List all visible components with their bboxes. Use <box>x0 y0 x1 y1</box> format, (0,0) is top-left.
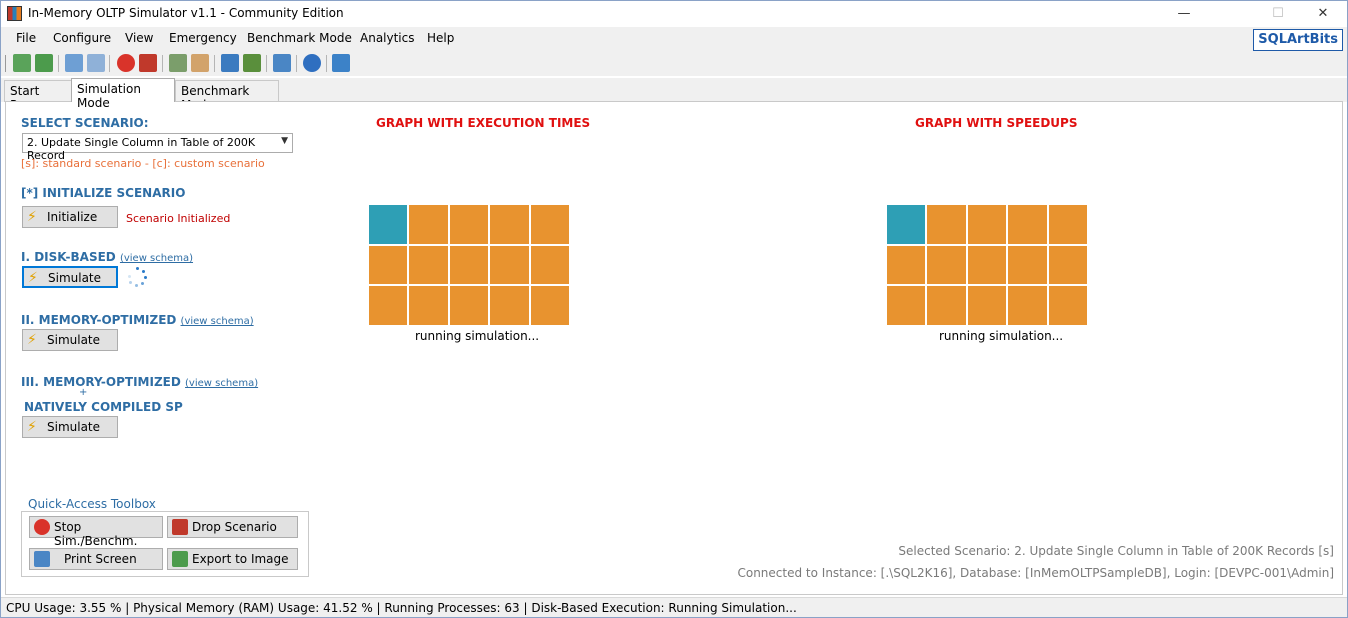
add-scenario-icon[interactable] <box>35 54 53 72</box>
speedup-graph-caption: running simulation... <box>939 329 1064 343</box>
menu-analytics[interactable]: Analytics <box>360 31 415 45</box>
brand-logo: SQLArtBits <box>1253 29 1343 51</box>
lightning-icon: ⚡ <box>28 270 38 286</box>
stop-simulation-label: Stop Sim./Benchm. <box>54 520 138 548</box>
mem-view-schema-link[interactable]: (view schema) <box>181 316 254 327</box>
native-label: III. MEMORY-OPTIMIZED <box>21 375 181 389</box>
toolbar-separator <box>214 55 215 72</box>
lightning-icon: ⚡ <box>27 209 37 225</box>
simulation-page: SELECT SCENARIO: 2. Update Single Column… <box>5 101 1343 595</box>
scenario-legend: [s]: standard scenario - [c]: custom sce… <box>21 157 265 170</box>
window-title: In-Memory OLTP Simulator v1.1 - Communit… <box>28 6 344 20</box>
maximize-button[interactable]: ☐ <box>1255 1 1301 27</box>
help-icon[interactable] <box>303 54 321 72</box>
native-simulate-label: Simulate <box>47 420 101 434</box>
list-icon[interactable] <box>243 54 261 72</box>
tab-strip: Start Page Simulation Mode Benchmark Mod… <box>1 78 1347 112</box>
printer-icon <box>34 551 50 567</box>
drop-scenario-label: Drop Scenario <box>192 520 277 534</box>
toolbar-separator <box>109 55 110 72</box>
native-simulate-button[interactable]: ⚡ Simulate <box>22 416 118 438</box>
bar-chart-icon[interactable] <box>221 54 239 72</box>
tab-start-page[interactable]: Start Page <box>4 80 72 112</box>
tab-benchmark-mode[interactable]: Benchmark Mode <box>175 80 279 112</box>
disk-view-schema-link[interactable]: (view schema) <box>120 253 193 264</box>
settings-icon[interactable] <box>87 54 105 72</box>
toolbar-separator <box>58 55 59 72</box>
exec-graph-title: GRAPH WITH EXECUTION TIMES <box>376 116 591 130</box>
initialize-button-label: Initialize <box>47 210 98 224</box>
toolbar-separator <box>326 55 327 72</box>
table-icon[interactable] <box>169 54 187 72</box>
quick-access-title: Quick-Access Toolbox <box>26 497 158 511</box>
tab-simulation-mode[interactable]: Simulation Mode <box>71 78 175 110</box>
memory-optimized-heading: II. MEMORY-OPTIMIZED (view schema) <box>21 313 254 327</box>
chevron-down-icon: ▼ <box>281 136 288 146</box>
menu-view[interactable]: View <box>125 31 153 45</box>
drop-scenario-icon <box>172 519 188 535</box>
menu-emergency[interactable]: Emergency <box>169 31 237 45</box>
toolbar-separator <box>296 55 297 72</box>
disk-simulate-button[interactable]: ⚡ Simulate <box>22 266 118 288</box>
toolbar-grip <box>5 55 6 72</box>
stop-simulation-button[interactable]: Stop Sim./Benchm. <box>29 516 163 548</box>
initialize-button[interactable]: ⚡ Initialize <box>22 206 118 228</box>
export-image-label: Export to Image <box>192 552 289 566</box>
minimize-button[interactable]: — <box>1161 1 1207 27</box>
print-screen-label: Print Screen <box>64 552 137 566</box>
connection-info: Connected to Instance: [.\SQL2K16], Data… <box>737 566 1334 580</box>
initialize-heading: [*] INITIALIZE SCENARIO <box>21 186 186 200</box>
exec-graph-placeholder <box>369 205 569 325</box>
drop-scenario-button[interactable]: Drop Scenario <box>167 516 298 538</box>
lightning-icon: ⚡ <box>27 419 37 435</box>
speedup-graph-placeholder <box>887 205 1087 325</box>
loading-spinner-icon <box>128 267 148 287</box>
toolbar <box>1 51 1347 76</box>
window-icon[interactable] <box>65 54 83 72</box>
native-view-schema-link[interactable]: (view schema) <box>185 378 258 389</box>
speedup-graph-title: GRAPH WITH SPEEDUPS <box>915 116 1078 130</box>
menu-benchmark-mode[interactable]: Benchmark Mode <box>247 31 352 45</box>
menu-file[interactable]: File <box>16 31 36 45</box>
app-window: In-Memory OLTP Simulator v1.1 - Communit… <box>0 0 1348 618</box>
refresh-icon[interactable] <box>332 54 350 72</box>
drop-scenario-icon[interactable] <box>139 54 157 72</box>
native-heading-2: NATIVELY COMPILED SP <box>24 400 183 414</box>
toolbar-separator <box>162 55 163 72</box>
print-screen-button[interactable]: Print Screen <box>29 548 163 570</box>
disk-simulate-label: Simulate <box>48 271 102 285</box>
stop-icon <box>34 519 50 535</box>
info-window-icon[interactable] <box>273 54 291 72</box>
stop-icon[interactable] <box>117 54 135 72</box>
initialize-status: Scenario Initialized <box>126 212 231 225</box>
menu-bar: File Configure View Emergency Benchmark … <box>1 27 1347 51</box>
native-heading: III. MEMORY-OPTIMIZED (view schema) <box>21 375 258 389</box>
mem-simulate-label: Simulate <box>47 333 101 347</box>
toolbar-separator <box>266 55 267 72</box>
status-text: CPU Usage: 3.55 % | Physical Memory (RAM… <box>6 601 797 615</box>
memory-optimized-label: II. MEMORY-OPTIMIZED <box>21 313 177 327</box>
export-image-icon <box>172 551 188 567</box>
close-button[interactable]: ✕ <box>1300 1 1346 27</box>
exec-graph-caption: running simulation... <box>415 329 540 343</box>
menu-configure[interactable]: Configure <box>53 31 111 45</box>
app-icon <box>7 6 22 21</box>
plus-sign: + <box>79 387 88 398</box>
disk-based-heading: I. DISK-BASED (view schema) <box>21 250 193 264</box>
mem-simulate-button[interactable]: ⚡ Simulate <box>22 329 118 351</box>
selected-scenario-info: Selected Scenario: 2. Update Single Colu… <box>898 544 1334 558</box>
export-image-button[interactable]: Export to Image <box>167 548 298 570</box>
menu-help[interactable]: Help <box>427 31 454 45</box>
disk-based-label: I. DISK-BASED <box>21 250 116 264</box>
select-scenario-heading: SELECT SCENARIO: <box>21 116 149 130</box>
status-bar: CPU Usage: 3.55 % | Physical Memory (RAM… <box>1 597 1347 617</box>
new-scenario-icon[interactable] <box>13 54 31 72</box>
lightning-icon: ⚡ <box>27 332 37 348</box>
report-icon[interactable] <box>191 54 209 72</box>
scenario-select[interactable]: 2. Update Single Column in Table of 200K… <box>22 133 293 162</box>
title-bar: In-Memory OLTP Simulator v1.1 - Communit… <box>1 1 1347 27</box>
